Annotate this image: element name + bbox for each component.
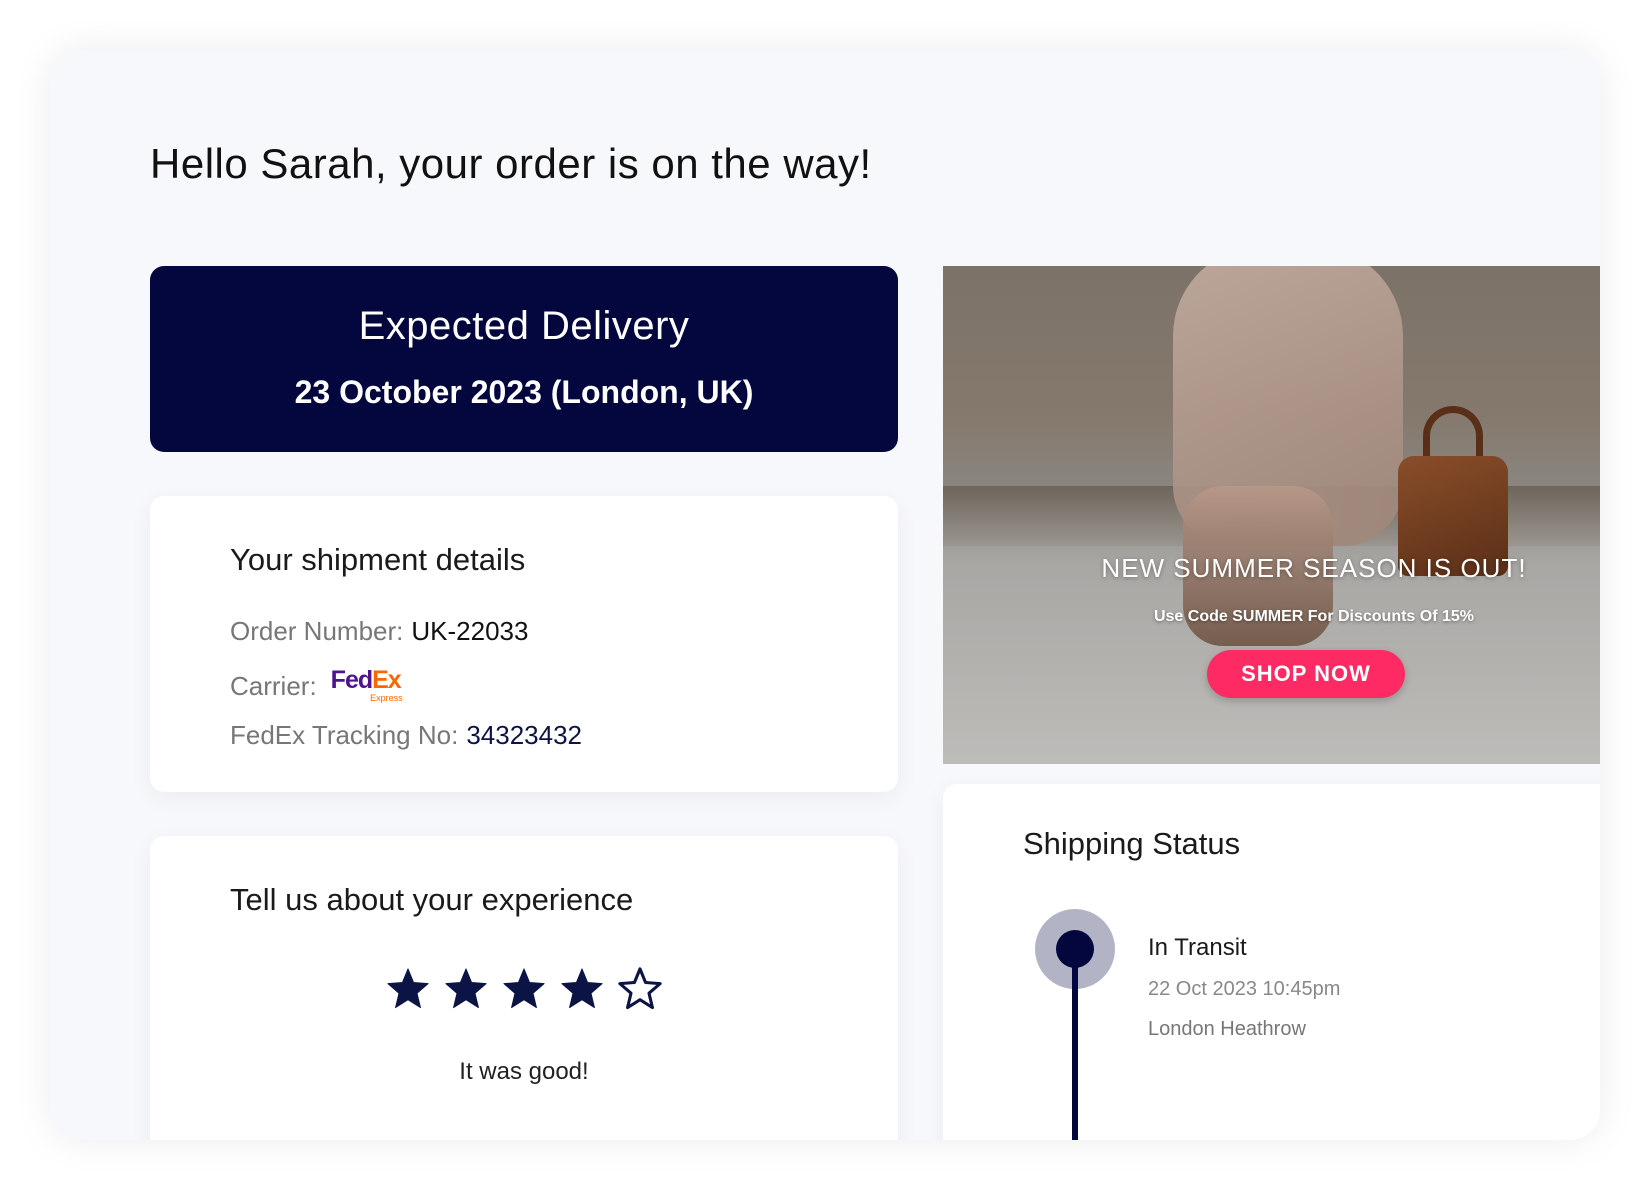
carrier-row: Carrier: FedEx Express	[230, 666, 403, 706]
shipment-details-heading: Your shipment details	[230, 542, 526, 577]
carrier-label: Carrier:	[230, 670, 317, 701]
timeline-marker-dot	[1056, 930, 1094, 968]
page-title: Hello Sarah, your order is on the way!	[150, 140, 872, 187]
star-rating[interactable]	[150, 966, 898, 1012]
expected-delivery-title: Expected Delivery	[358, 304, 690, 348]
status-event-time: 22 Oct 2023 10:45pm	[1148, 978, 1341, 1000]
tracking-number-value[interactable]: 34323432	[466, 720, 582, 751]
promo-title: NEW SUMMER SEASON IS OUT!	[1101, 553, 1527, 583]
status-event-label: In Transit	[1148, 934, 1247, 961]
shop-now-button[interactable]: SHOP NOW	[1207, 650, 1405, 698]
star-filled-icon[interactable]	[559, 966, 605, 1012]
shipping-status-heading: Shipping Status	[1023, 826, 1241, 861]
fedex-logo-icon: FedEx Express	[330, 666, 403, 703]
status-event-location: London Heathrow	[1148, 1018, 1306, 1040]
tracking-number-label: FedEx Tracking No:	[230, 720, 459, 750]
shipment-details-card: Your shipment details Order Number: UK-2…	[150, 496, 898, 792]
order-number-label: Order Number:	[230, 616, 404, 646]
star-filled-icon[interactable]	[443, 966, 489, 1012]
order-number-row: Order Number: UK-22033	[230, 616, 528, 647]
promo-subtitle: Use Code SUMMER For Discounts Of 15%	[1153, 608, 1475, 625]
tracking-number-row: FedEx Tracking No: 34323432	[230, 720, 582, 751]
expected-delivery-date: 23 October 2023 (London, UK)	[294, 374, 754, 410]
experience-rating-card: Tell us about your experience It was goo…	[150, 836, 898, 1140]
experience-heading: Tell us about your experience	[230, 882, 634, 917]
promo-banner: NEW SUMMER SEASON IS OUT! Use Code SUMME…	[943, 266, 1600, 764]
star-filled-icon[interactable]	[501, 966, 547, 1012]
star-filled-icon[interactable]	[385, 966, 431, 1012]
feedback-text: It was good!	[459, 1058, 589, 1085]
timeline-line	[1072, 959, 1078, 1140]
star-empty-icon[interactable]	[617, 966, 663, 1012]
shipping-status-card: Shipping Status In Transit 22 Oct 2023 1…	[943, 784, 1600, 1140]
order-number-value: UK-22033	[411, 616, 529, 646]
order-tracking-panel: Hello Sarah, your order is on the way! E…	[50, 50, 1600, 1140]
expected-delivery-card: Expected Delivery 23 October 2023 (Londo…	[150, 266, 898, 452]
